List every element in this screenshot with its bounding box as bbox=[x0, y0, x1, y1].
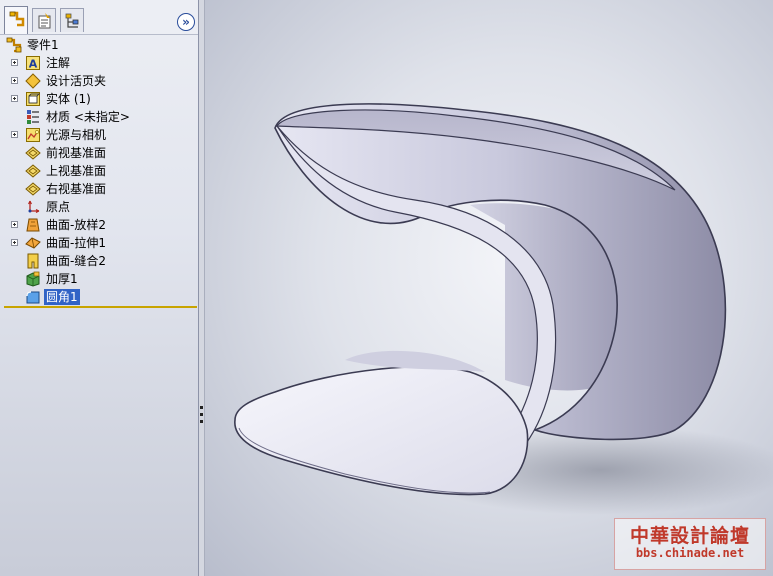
expand-toggle[interactable] bbox=[11, 59, 18, 66]
tree-item-label: 曲面-放样2 bbox=[46, 218, 106, 232]
graphics-viewport[interactable]: 中華設計論壇 bbs.chinade.net bbox=[205, 0, 773, 576]
material-icon bbox=[27, 110, 39, 124]
splitter-grip bbox=[200, 420, 203, 423]
lights-cameras-icon bbox=[26, 128, 40, 142]
watermark: 中華設計論壇 bbs.chinade.net bbox=[614, 518, 766, 570]
annotations-icon: A bbox=[26, 56, 40, 71]
tree-item-right-plane[interactable]: 右视基准面 bbox=[0, 180, 198, 198]
tree-item-surface-extrude[interactable]: 曲面-拉伸1 bbox=[0, 234, 198, 252]
plane-icon bbox=[25, 182, 41, 196]
tree-item-label: 加厚1 bbox=[46, 272, 78, 286]
tree-item-label: 实体 (1) bbox=[46, 92, 91, 106]
origin-icon bbox=[28, 200, 40, 213]
panel-tab-bar: » bbox=[0, 0, 198, 35]
expand-toggle[interactable] bbox=[11, 95, 18, 102]
tree-item-label: 材质 <未指定> bbox=[46, 110, 130, 124]
tree-item-surface-loft[interactable]: 曲面-放样2 bbox=[0, 216, 198, 234]
tab-configuration-manager[interactable] bbox=[60, 8, 84, 32]
tree-item-label: 光源与相机 bbox=[46, 128, 107, 142]
tree-item-label: 原点 bbox=[46, 200, 71, 214]
tree-item-label: 注解 bbox=[46, 56, 71, 70]
tree-item-label: 曲面-拉伸1 bbox=[46, 236, 106, 250]
splitter-grip bbox=[200, 413, 203, 416]
tree-item-front-plane[interactable]: 前视基准面 bbox=[0, 144, 198, 162]
rollback-bar[interactable] bbox=[4, 306, 197, 308]
surface-loft-icon bbox=[26, 218, 40, 232]
plane-icon bbox=[25, 146, 41, 160]
watermark-url: bbs.chinade.net bbox=[635, 546, 745, 560]
tab-property-manager[interactable] bbox=[32, 8, 56, 32]
feature-manager-panel: » 零件1 A 注解 设计活页夹 实体 (1) 材质 <未指定> 光源与相机 前… bbox=[0, 0, 199, 576]
expand-panel-button[interactable]: » bbox=[177, 13, 195, 31]
tree-root-label: 零件1 bbox=[27, 38, 59, 52]
tree-item-surface-knit[interactable]: 曲面-缝合2 bbox=[0, 252, 198, 270]
tree-item-label: 设计活页夹 bbox=[46, 74, 107, 88]
tree-item-lights-cameras[interactable]: 光源与相机 bbox=[0, 126, 198, 144]
part-icon bbox=[6, 37, 22, 53]
tree-item-label: 曲面-缝合2 bbox=[46, 254, 106, 268]
surface-extrude-icon bbox=[25, 237, 41, 249]
tree-item-origin[interactable]: 原点 bbox=[0, 198, 198, 216]
property-manager-icon bbox=[38, 13, 51, 29]
solid-bodies-icon bbox=[26, 92, 41, 106]
model-seat bbox=[234, 366, 529, 496]
tree-item-material[interactable]: 材质 <未指定> bbox=[0, 108, 198, 126]
tree-item-label: 前视基准面 bbox=[46, 146, 107, 160]
tree-root-part[interactable]: 零件1 bbox=[0, 36, 198, 54]
tab-feature-manager[interactable] bbox=[4, 6, 28, 34]
plane-icon bbox=[25, 164, 41, 178]
expand-toggle[interactable] bbox=[11, 131, 18, 138]
tree-item-label: 上视基准面 bbox=[46, 164, 107, 178]
expand-toggle[interactable] bbox=[11, 221, 18, 228]
3d-model-chair bbox=[234, 103, 773, 515]
surface-knit-icon bbox=[27, 253, 39, 269]
tree-item-annotations[interactable]: A 注解 bbox=[0, 54, 198, 72]
feature-tree-icon bbox=[9, 11, 25, 27]
tree-item-thicken[interactable]: 加厚1 bbox=[0, 270, 198, 288]
design-binder-icon bbox=[25, 73, 41, 89]
splitter-grip bbox=[200, 406, 203, 409]
tree-item-label: 右视基准面 bbox=[46, 182, 107, 196]
watermark-title: 中華設計論壇 bbox=[629, 525, 750, 547]
tree-item-fillet[interactable]: 圆角1 bbox=[0, 288, 198, 306]
configuration-manager-icon bbox=[65, 13, 79, 28]
expand-toggle[interactable] bbox=[11, 239, 18, 246]
fillet-icon bbox=[26, 291, 40, 304]
tree-item-design-binder[interactable]: 设计活页夹 bbox=[0, 72, 198, 90]
thicken-icon bbox=[26, 271, 40, 287]
tree-item-solid-bodies[interactable]: 实体 (1) bbox=[0, 90, 198, 108]
tree-item-top-plane[interactable]: 上视基准面 bbox=[0, 162, 198, 180]
expand-toggle[interactable] bbox=[11, 77, 18, 84]
tree-item-label: 圆角1 bbox=[44, 289, 80, 305]
svg-text:A: A bbox=[29, 58, 38, 71]
